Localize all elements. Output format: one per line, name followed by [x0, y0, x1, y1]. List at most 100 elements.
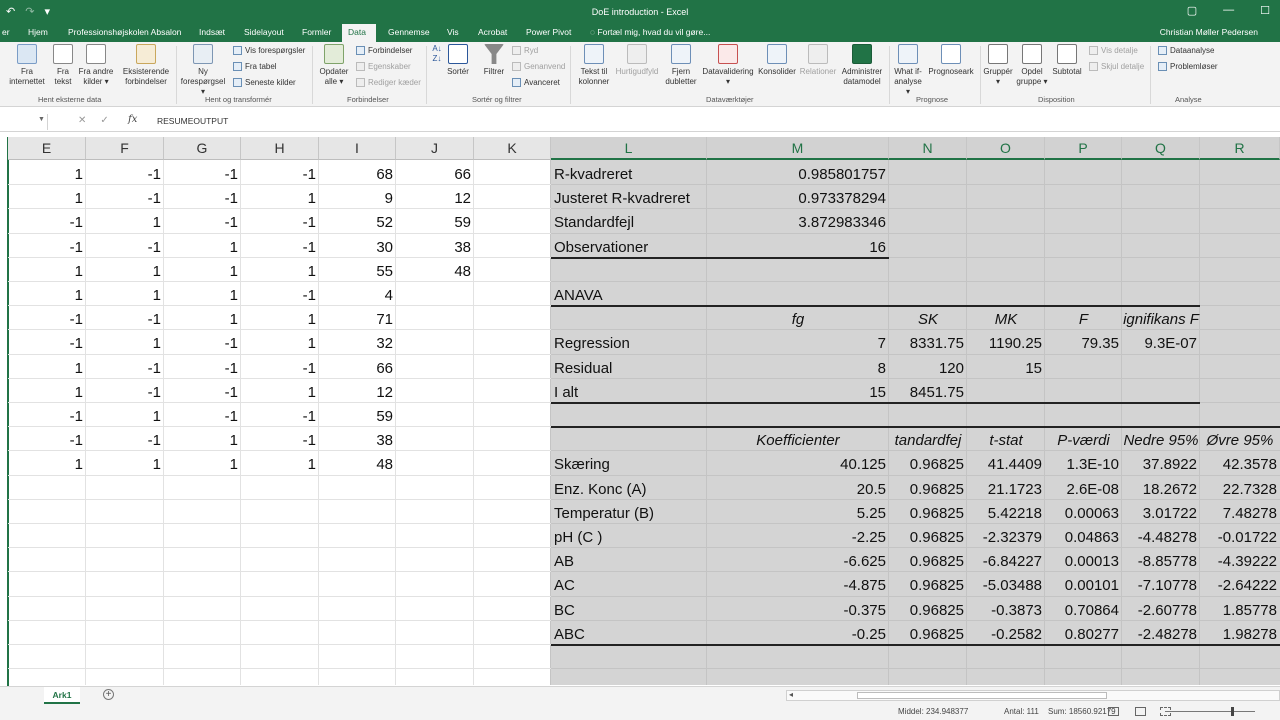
data-cell[interactable]: -1 [8, 331, 86, 355]
coef-cell[interactable]: -0.01722 [1200, 525, 1280, 549]
scrollbar-thumb[interactable] [857, 692, 1107, 699]
what-if-analysis-button[interactable]: What if-analyse ▾ [892, 44, 924, 97]
column-header-m[interactable]: M [707, 137, 889, 160]
coef-cell[interactable]: 0.00013 [1045, 549, 1122, 573]
stat-label[interactable]: R-kvadreret [551, 162, 707, 186]
data-cell[interactable]: 4 [319, 283, 396, 307]
anova-cell[interactable]: 1190.25 [967, 331, 1045, 355]
new-query-button[interactable]: Ny forespørgsel ▾ [178, 44, 228, 97]
data-cell[interactable]: 1 [164, 307, 241, 331]
column-header-q[interactable]: Q [1122, 137, 1200, 160]
coef-row-label[interactable]: Enz. Konc (A) [551, 477, 707, 501]
data-cell[interactable]: 1 [8, 452, 86, 476]
manage-data-model-button[interactable]: Administrer datamodel [838, 44, 886, 87]
column-header-j[interactable]: J [396, 137, 474, 160]
column-header-o[interactable]: O [967, 137, 1045, 160]
data-cell[interactable]: -1 [241, 162, 319, 186]
stat-label[interactable]: Standardfejl [551, 210, 707, 234]
data-cell[interactable]: 1 [8, 283, 86, 307]
data-cell[interactable]: -1 [86, 235, 164, 259]
text-to-columns-button[interactable]: Tekst til kolonner [574, 44, 614, 87]
enter-icon[interactable]: ✓ [100, 115, 108, 126]
coef-cell[interactable]: -2.25 [707, 525, 889, 549]
sort-az-button[interactable]: A↓ Z↓ [430, 44, 444, 64]
coef-cell[interactable]: 2.6E-08 [1045, 477, 1122, 501]
data-cell[interactable]: 71 [319, 307, 396, 331]
data-cell[interactable]: 1 [86, 259, 164, 283]
data-cell[interactable]: -1 [86, 356, 164, 380]
clear-filter-button[interactable]: Ryd [512, 46, 538, 55]
coef-cell[interactable]: 5.42218 [967, 501, 1045, 525]
coef-header[interactable]: t-stat [967, 428, 1045, 452]
coef-cell[interactable]: -0.375 [707, 598, 889, 622]
coef-cell[interactable]: 0.96825 [889, 598, 967, 622]
coef-cell[interactable]: -4.48278 [1122, 525, 1200, 549]
data-cell[interactable]: 1 [8, 356, 86, 380]
data-cell[interactable]: -1 [86, 380, 164, 404]
data-cell[interactable]: 30 [319, 235, 396, 259]
coef-header[interactable]: P-værdi [1045, 428, 1122, 452]
flash-fill-button[interactable]: Hurtigudfyld [612, 44, 662, 77]
anova-cell[interactable]: 15 [707, 380, 889, 404]
coef-row-label[interactable]: BC [551, 598, 707, 622]
tab-data[interactable]: Data [342, 24, 376, 42]
coef-cell[interactable]: 7.48278 [1200, 501, 1280, 525]
from-text-button[interactable]: Fra tekst [50, 44, 76, 87]
data-cell[interactable]: 1 [8, 186, 86, 210]
column-header-n[interactable]: N [889, 137, 967, 160]
tab-institution[interactable]: Professionshøjskolen Absalon [62, 24, 187, 42]
coef-row-label[interactable]: Temperatur (B) [551, 501, 707, 525]
anova-header[interactable]: ignifikans F [1122, 307, 1200, 331]
data-cell[interactable]: 1 [241, 380, 319, 404]
tab-home[interactable]: Hjem [22, 24, 54, 42]
data-cell[interactable]: 1 [241, 331, 319, 355]
tab-file[interactable]: er [0, 24, 16, 42]
data-cell[interactable]: 38 [319, 428, 396, 452]
data-cell[interactable]: -1 [8, 428, 86, 452]
stat-value[interactable]: 3.872983346 [707, 210, 889, 234]
column-header-h[interactable]: H [241, 137, 319, 160]
data-cell[interactable]: 1 [164, 235, 241, 259]
column-header-p[interactable]: P [1045, 137, 1122, 160]
coef-cell[interactable]: -6.625 [707, 549, 889, 573]
formula-input[interactable]: RESUMEOUTPUT [157, 116, 228, 126]
data-cell[interactable]: 9 [319, 186, 396, 210]
tab-view[interactable]: Vis [441, 24, 465, 42]
tab-review[interactable]: Gennemse [382, 24, 436, 42]
coef-cell[interactable]: 1.3E-10 [1045, 452, 1122, 476]
sort-button[interactable]: Sortér [446, 44, 470, 77]
anova-header[interactable]: fg [707, 307, 889, 331]
coef-cell[interactable]: 0.96825 [889, 549, 967, 573]
coef-cell[interactable]: -2.48278 [1122, 622, 1200, 646]
anova-cell[interactable]: 8451.75 [889, 380, 967, 404]
data-cell[interactable]: -1 [86, 428, 164, 452]
from-table-button[interactable]: Fra tabel [233, 62, 277, 71]
coef-cell[interactable]: -2.64222 [1200, 573, 1280, 597]
data-cell[interactable]: 38 [396, 235, 474, 259]
stat-label[interactable]: Justeret R-kvadreret [551, 186, 707, 210]
coef-header[interactable]: Øvre 95% [1200, 428, 1280, 452]
tab-page-layout[interactable]: Sidelayout [238, 24, 290, 42]
coef-row-label[interactable]: Skæring [551, 452, 707, 476]
advanced-filter-button[interactable]: Avanceret [512, 78, 560, 87]
data-cell[interactable]: 1 [86, 283, 164, 307]
stat-value[interactable]: 0.973378294 [707, 186, 889, 210]
data-cell[interactable]: -1 [8, 404, 86, 428]
coef-cell[interactable]: 37.8922 [1122, 452, 1200, 476]
data-cell[interactable]: 1 [164, 428, 241, 452]
data-cell[interactable]: 66 [396, 162, 474, 186]
coef-cell[interactable]: 0.96825 [889, 525, 967, 549]
column-header-l[interactable]: L [551, 137, 707, 160]
refresh-all-button[interactable]: Opdater alle ▾ [316, 44, 352, 87]
anova-row-label[interactable]: I alt [551, 380, 707, 404]
coef-row-label[interactable]: pH (C ) [551, 525, 707, 549]
from-web-button[interactable]: Fra internettet [6, 44, 48, 87]
show-detail-button[interactable]: Vis detalje [1089, 46, 1138, 55]
stat-value[interactable]: 0.985801757 [707, 162, 889, 186]
coef-cell[interactable]: 1.85778 [1200, 598, 1280, 622]
coef-header[interactable]: Koefficienter [707, 428, 889, 452]
maximize-icon[interactable]: ☐ [1260, 4, 1270, 17]
column-header-i[interactable]: I [319, 137, 396, 160]
coef-cell[interactable]: -2.60778 [1122, 598, 1200, 622]
coef-cell[interactable]: 40.125 [707, 452, 889, 476]
